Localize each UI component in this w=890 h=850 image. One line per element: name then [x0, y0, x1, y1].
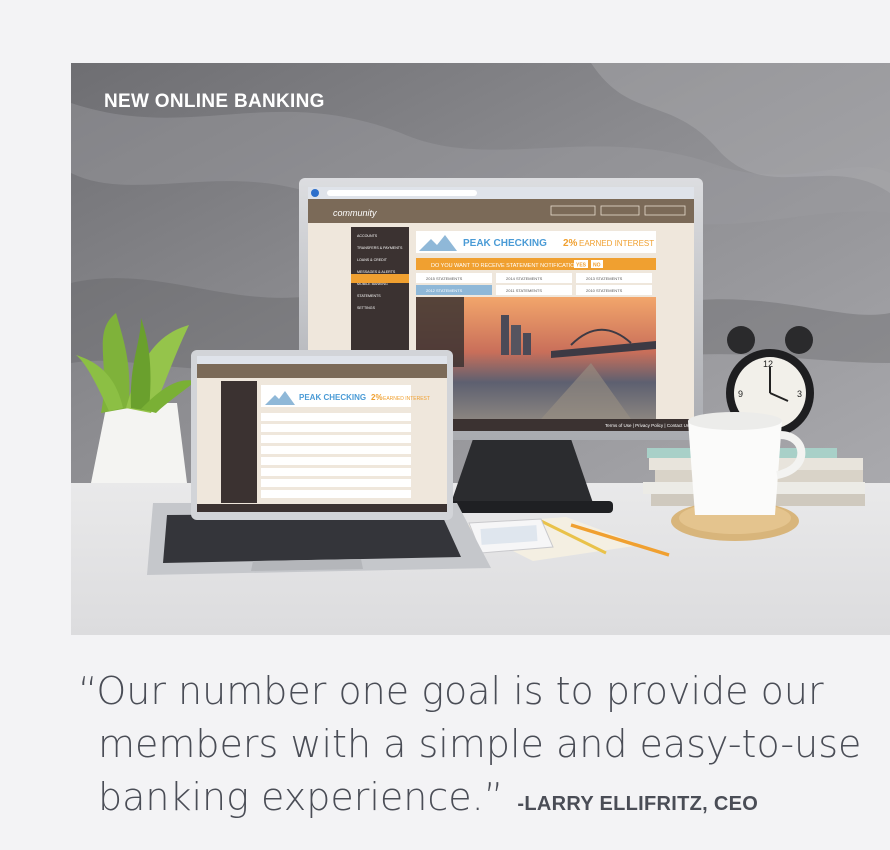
monitor-banner-rate-label: EARNED INTEREST	[579, 239, 654, 248]
hero-image: community ACCOUNTS TRANSFERS & PAYMENTS LO…	[71, 63, 890, 635]
laptop-banner-product: PEAK CHECKING	[299, 393, 366, 402]
monitor-statement-tile-label: 2011 STATEMENTS	[506, 288, 542, 293]
monitor-banner-rate: 2%	[563, 238, 578, 249]
svg-text:12: 12	[763, 359, 773, 369]
monitor-nav-item[interactable]: TRANSFERS & PAYMENTS	[357, 246, 403, 250]
ceo-quote: “Our number one goal is to provide our m…	[78, 665, 878, 831]
laptop-account-row	[261, 424, 411, 432]
monitor-statement-tile-label: 2013 STATEMENTS	[586, 276, 623, 281]
laptop-account-row	[261, 446, 411, 454]
laptop-account-row	[261, 413, 411, 421]
monitor-statement-tile-label: 2014 STATEMENTS	[506, 276, 543, 281]
hero-title: NEW ONLINE BANKING	[104, 91, 325, 112]
monitor-yes-button[interactable]: YES	[576, 263, 587, 269]
laptop-banner-rate-label: EARNED INTEREST	[383, 396, 430, 402]
monitor-no-button[interactable]: NO	[593, 263, 601, 269]
laptop-banner-rate: 2%	[371, 393, 383, 402]
desk-scene-illustration: community ACCOUNTS TRANSFERS & PAYMENTS LO…	[71, 63, 890, 635]
testimonial-card: community ACCOUNTS TRANSFERS & PAYMENTS LO…	[0, 0, 890, 850]
quote-line-2: members with a simple and easy-to-use	[98, 722, 862, 766]
quote-attribution: -LARRY ELLIFRITZ, CEO	[517, 793, 759, 815]
monitor-footer-links: Terms of Use | Privacy Policy | Contact …	[605, 423, 690, 428]
monitor-nav-item[interactable]: STATEMENTS	[357, 294, 381, 298]
quote-line-3-wrap: banking experience.” -LARRY ELLIFRITZ, CE…	[78, 771, 878, 831]
laptop: PEAK CHECKING 2% EARNED INTEREST	[147, 350, 491, 575]
quote-line-1: “Our number one goal is to provide our	[78, 669, 824, 713]
svg-text:9: 9	[738, 389, 743, 399]
monitor-statement-tile-label: 2012 STATEMENTS	[426, 288, 463, 293]
monitor-nav-item[interactable]: LOANS & CREDIT	[357, 258, 388, 262]
monitor-brand: community	[333, 208, 377, 218]
laptop-account-row	[261, 435, 411, 443]
monitor-nav-item[interactable]: SETTINGS	[357, 306, 376, 310]
quote-line-3: banking experience.”	[98, 775, 504, 819]
monitor-statement-tile-label: 2010 STATEMENTS	[586, 288, 623, 293]
laptop-account-row	[261, 457, 411, 465]
svg-text:3: 3	[797, 389, 802, 399]
laptop-account-row	[261, 490, 411, 498]
monitor-statement-tile-label: 2015 STATEMENTS	[426, 276, 463, 281]
monitor-nav-item[interactable]: ACCOUNTS	[357, 234, 378, 238]
monitor-nav-item[interactable]: MESSAGES & ALERTS	[357, 270, 396, 274]
laptop-account-row	[261, 479, 411, 487]
laptop-account-row	[261, 468, 411, 476]
monitor-banner-product: PEAK CHECKING	[463, 238, 547, 249]
monitor-notify-question: DO YOU WANT TO RECEIVE STATEMENT NOTIFIC…	[431, 263, 585, 269]
